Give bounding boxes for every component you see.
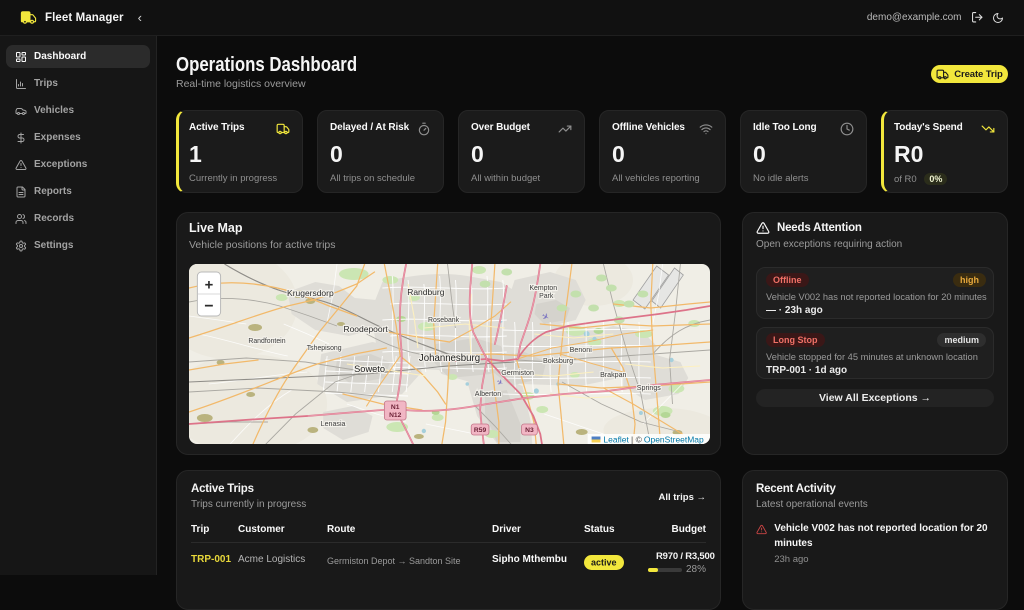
svg-text:Tshepisong: Tshepisong: [307, 345, 342, 352]
svg-text:Johannesburg: Johannesburg: [419, 353, 480, 364]
svg-text:| ©: | ©: [631, 434, 643, 444]
svg-text:R59: R59: [474, 427, 487, 434]
svg-text:Soweto: Soweto: [354, 364, 385, 374]
svg-text:N12: N12: [389, 412, 402, 419]
svg-text:Boksburg: Boksburg: [543, 357, 573, 365]
svg-text:Randburg: Randburg: [407, 287, 444, 297]
svg-text:Springs: Springs: [637, 384, 661, 392]
svg-text:Leaflet: Leaflet: [603, 434, 629, 444]
svg-text:Kempton: Kempton: [529, 285, 557, 292]
svg-text:Germiston: Germiston: [501, 369, 534, 377]
svg-text:N3: N3: [525, 427, 534, 434]
svg-text:Krugersdorp: Krugersdorp: [287, 288, 334, 298]
svg-text:Park: Park: [539, 293, 554, 300]
svg-text:−: −: [204, 298, 213, 315]
svg-text:Alberton: Alberton: [475, 390, 501, 398]
svg-text:Brakpan: Brakpan: [600, 371, 626, 379]
svg-text:+: +: [205, 277, 214, 293]
svg-text:Roodepoort: Roodepoort: [343, 324, 388, 334]
svg-text:Benoni: Benoni: [570, 346, 592, 354]
svg-text:Rosebank: Rosebank: [428, 317, 460, 324]
svg-text:N1: N1: [391, 404, 400, 411]
svg-text:Lenasia: Lenasia: [321, 420, 346, 428]
svg-text:OpenStreetMap: OpenStreetMap: [644, 434, 704, 444]
svg-text:Randfontein: Randfontein: [248, 338, 285, 345]
